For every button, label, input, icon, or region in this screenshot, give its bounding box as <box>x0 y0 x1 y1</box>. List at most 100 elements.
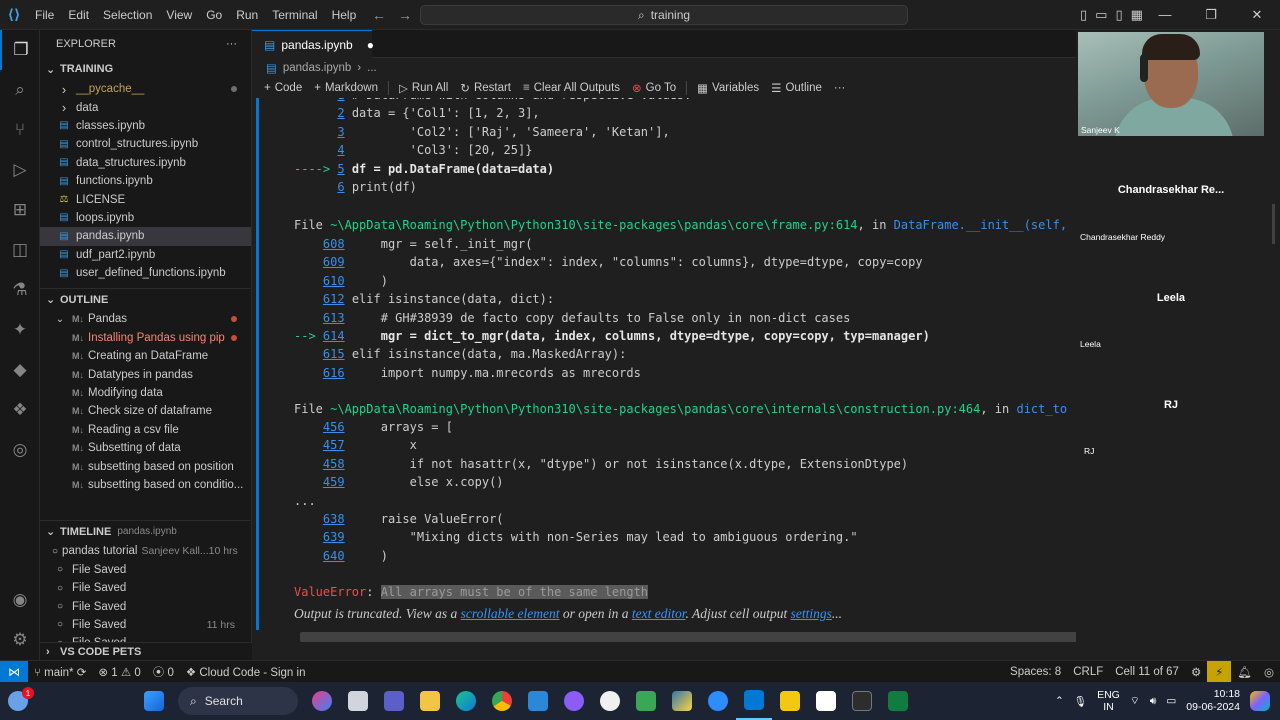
pets-warning-icon[interactable]: ⚡ <box>1207 661 1232 683</box>
run-debug-icon[interactable]: ▷ <box>0 150 40 190</box>
add-code-button[interactable]: + Code <box>258 82 308 94</box>
menu-selection[interactable]: Selection <box>96 0 159 30</box>
more-actions-icon[interactable]: ··· <box>828 82 852 94</box>
cloud-code-icon[interactable]: ❖ <box>0 390 40 430</box>
edge-icon[interactable] <box>448 682 484 720</box>
teams-icon[interactable] <box>376 682 412 720</box>
cloud-code-indicator[interactable]: ❖ Cloud Code - Sign in <box>180 665 312 679</box>
testing-icon[interactable]: ⚗ <box>0 270 40 310</box>
problems-indicator[interactable]: ⊗ 1 ⚠ 0 <box>92 665 146 679</box>
line-number-link[interactable]: 615 <box>323 347 345 361</box>
cell-indicator[interactable]: Cell 11 of 67 <box>1109 666 1185 678</box>
maximize-button[interactable]: ❐ <box>1188 0 1234 30</box>
line-number-link[interactable]: 459 <box>323 475 345 489</box>
outline-item[interactable]: M↓ Modifying data <box>40 384 251 402</box>
file-tree-item[interactable]: › data <box>40 98 251 116</box>
line-number-link[interactable]: 610 <box>323 274 345 288</box>
power-bi-icon[interactable] <box>772 682 808 720</box>
line-number-link[interactable]: 5 <box>337 162 344 176</box>
back-arrow-icon[interactable]: ← <box>372 0 386 30</box>
vertical-scrollbar[interactable] <box>1266 30 1280 660</box>
menu-file[interactable]: File <box>28 0 61 30</box>
menu-help[interactable]: Help <box>325 0 364 30</box>
file-tree-item[interactable]: ▤ loops.ipynb <box>40 209 251 227</box>
store-icon[interactable] <box>520 682 556 720</box>
text-editor-link[interactable]: text editor <box>632 606 686 621</box>
minimize-button[interactable]: — <box>1142 0 1188 30</box>
zoom-icon[interactable] <box>700 682 736 720</box>
pets-header[interactable]: › VS CODE PETS <box>40 642 252 660</box>
eol-indicator[interactable]: CRLF <box>1067 666 1109 678</box>
wifi-icon[interactable]: ⌔ <box>1130 694 1140 708</box>
file-tree-item[interactable]: ⚖ LICENSE <box>40 190 251 208</box>
vscode-taskbar-icon[interactable] <box>736 682 772 720</box>
file-tree-item[interactable]: › __pycache__ <box>40 80 251 98</box>
outline-item[interactable]: M↓ Datatypes in pandas <box>40 365 251 383</box>
outline-item[interactable]: M↓ Installing Pandas using pip <box>40 329 251 347</box>
source-control-icon[interactable]: ⑂ <box>0 110 40 150</box>
line-number-link[interactable]: 608 <box>323 237 345 251</box>
outline-item[interactable]: M↓ Creating an DataFrame <box>40 347 251 365</box>
variables-button[interactable]: ▦ Variables <box>691 81 765 95</box>
line-number-link[interactable]: 638 <box>323 512 345 526</box>
line-number-link[interactable]: 6 <box>337 180 344 194</box>
add-markdown-button[interactable]: + Markdown <box>308 82 384 94</box>
line-number-link[interactable]: 616 <box>323 366 345 380</box>
tab-pandas-ipynb[interactable]: ▤ pandas.ipynb ● <box>252 30 374 58</box>
line-number-link[interactable]: 1 <box>337 98 344 102</box>
line-number-link[interactable]: 639 <box>323 530 345 544</box>
breadcrumb-file[interactable]: pandas.ipynb <box>283 62 351 74</box>
menu-terminal[interactable]: Terminal <box>265 0 324 30</box>
line-number-link[interactable]: 612 <box>323 292 345 306</box>
line-number-link[interactable]: 2 <box>337 106 344 120</box>
timeline-item[interactable]: ○File Saved <box>40 579 251 597</box>
line-number-link[interactable]: 458 <box>323 457 345 471</box>
search-icon[interactable]: ⌕ <box>0 70 40 110</box>
restart-button[interactable]: ↻ Restart <box>454 81 517 95</box>
game-icon[interactable] <box>592 682 628 720</box>
copilot-app-icon[interactable] <box>304 682 340 720</box>
timeline-header[interactable]: ⌄ TIMELINE pandas.ipynb <box>40 520 251 542</box>
windows-start-icon[interactable] <box>136 682 172 720</box>
remote-indicator-icon[interactable]: ⋈ <box>0 660 28 683</box>
clock[interactable]: 10:18 09-06-2024 <box>1186 688 1240 714</box>
ports-indicator[interactable]: ⦿ 0 <box>147 664 180 680</box>
remote-explorer-icon[interactable]: ◫ <box>0 230 40 270</box>
file-tree-item[interactable]: ▤ user_defined_functions.ipynb <box>40 264 251 282</box>
file-path-link[interactable]: ~\AppData\Roaming\Python\Python310\site-… <box>330 218 857 232</box>
timeline-item[interactable]: ○File Saved <box>40 561 251 579</box>
clear-outputs-button[interactable]: ≡ Clear All Outputs <box>517 82 626 94</box>
menu-edit[interactable]: Edit <box>61 0 96 30</box>
sticky-icon[interactable] <box>628 682 664 720</box>
language-indicator[interactable]: ENG IN <box>1097 689 1120 713</box>
line-number-link[interactable]: 614 <box>323 329 345 343</box>
amazon-icon[interactable] <box>808 682 844 720</box>
microphone-icon[interactable]: 🎙︎ <box>1074 695 1087 708</box>
python-icon[interactable] <box>664 682 700 720</box>
file-path-link[interactable]: ~\AppData\Roaming\Python\Python310\site-… <box>330 402 980 416</box>
run-all-button[interactable]: ▷ Run All <box>393 81 454 95</box>
line-number-link[interactable]: 4 <box>337 143 344 157</box>
chrome-icon[interactable] <box>484 682 520 720</box>
battery-icon[interactable]: ▭ <box>1166 695 1176 707</box>
kernel-icon[interactable]: ⚙ <box>1185 665 1207 679</box>
terminal-icon[interactable] <box>844 682 880 720</box>
more-actions-icon[interactable]: ··· <box>226 38 237 50</box>
outline-header[interactable]: ⌄ OUTLINE <box>40 288 251 310</box>
toggle-sidebar-icon[interactable]: ▯ <box>1080 0 1087 30</box>
jupyter-icon[interactable]: ◎ <box>0 430 40 470</box>
copilot-icon[interactable]: ◎ <box>1258 665 1280 679</box>
taskbar-search[interactable]: ⌕ Search <box>178 687 298 715</box>
outline-root[interactable]: ⌄ M↓ Pandas <box>40 310 251 328</box>
line-number-link[interactable]: 609 <box>323 255 345 269</box>
gemini-icon[interactable]: ✦ <box>0 310 40 350</box>
outline-item[interactable]: M↓ Check size of dataframe <box>40 402 251 420</box>
indentation-indicator[interactable]: Spaces: 8 <box>1004 666 1067 678</box>
toggle-panel-icon[interactable]: ▭ <box>1095 0 1107 30</box>
horizontal-scrollbar[interactable] <box>300 632 1138 642</box>
outline-button[interactable]: ☰ Outline <box>765 81 828 95</box>
file-explorer-icon[interactable] <box>412 682 448 720</box>
volume-icon[interactable]: 🔊︎ <box>1150 695 1157 708</box>
line-number-link[interactable]: 640 <box>323 549 345 563</box>
docker-icon[interactable]: ◆ <box>0 350 40 390</box>
